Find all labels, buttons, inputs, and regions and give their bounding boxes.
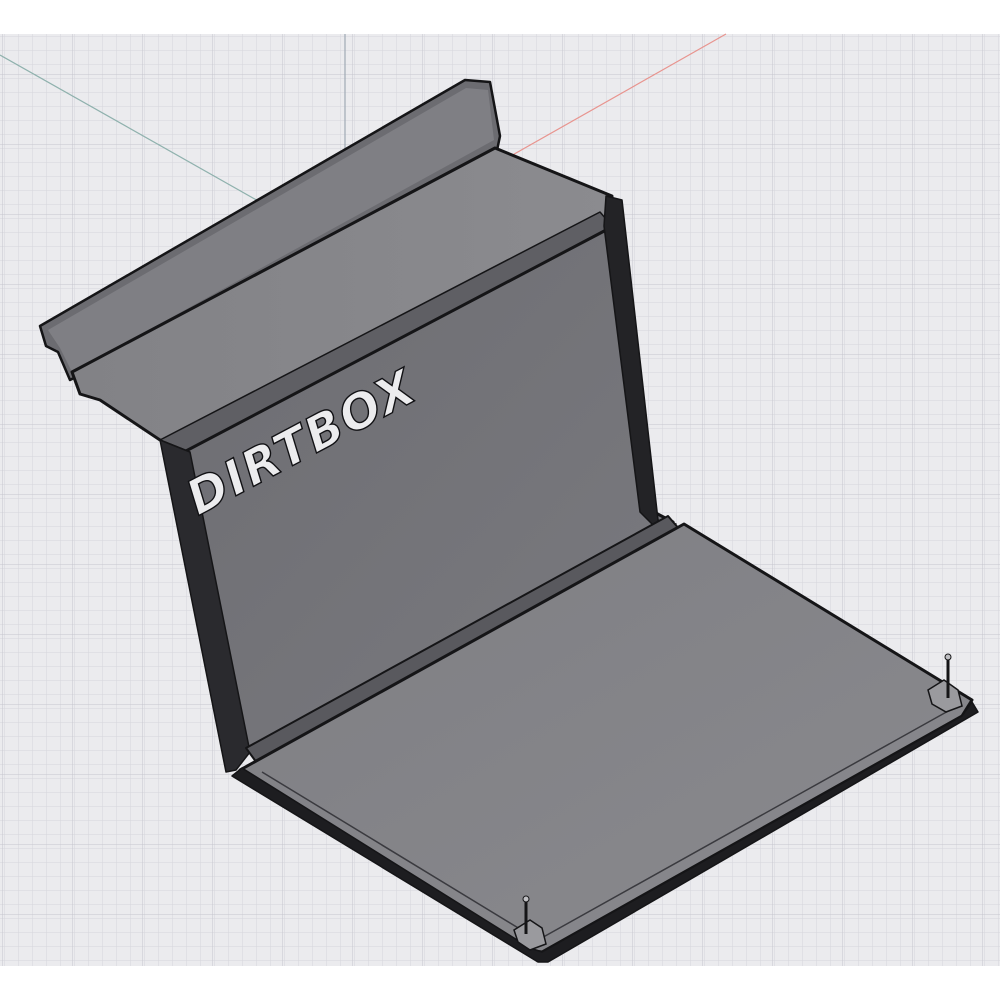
bolt-head-right [944, 653, 952, 661]
bolt-head-left [522, 895, 530, 903]
3d-model-view[interactable]: DIRTBOX [0, 0, 1000, 1000]
cad-viewport[interactable]: DIRTBOX [0, 0, 1000, 1000]
